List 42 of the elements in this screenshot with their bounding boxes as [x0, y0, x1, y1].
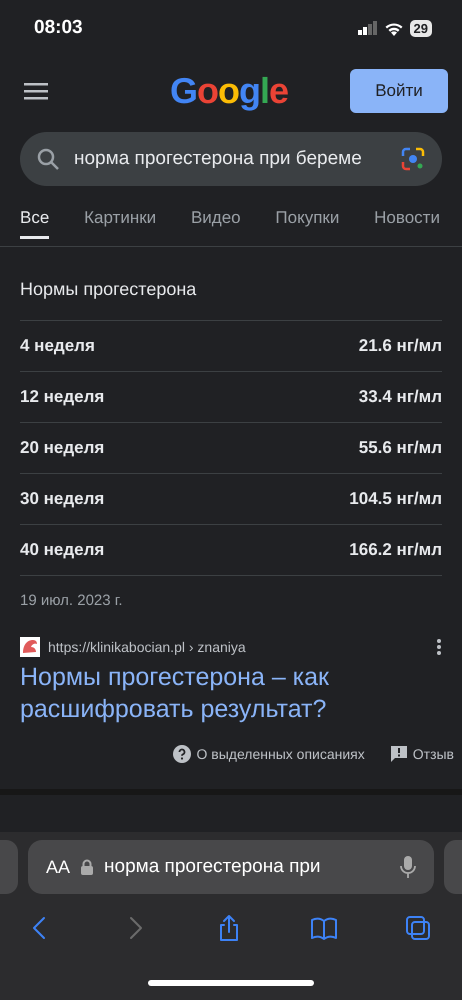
sign-in-button[interactable]: Войти	[350, 69, 448, 113]
search-tab[interactable]: Картинки	[84, 200, 156, 239]
search-field[interactable]: норма прогестерона при береме	[20, 132, 442, 186]
search-icon	[36, 147, 60, 171]
level-value: 33.4 нг/мл	[358, 387, 442, 407]
lock-icon	[80, 859, 94, 875]
snippet-heading: Нормы прогестерона	[19, 278, 198, 301]
microphone-icon[interactable]	[400, 855, 416, 879]
week-label: 20 неделя	[20, 438, 104, 458]
camera-icon[interactable]	[400, 146, 426, 172]
feedback-link[interactable]: Отзыв	[390, 745, 454, 763]
feedback-text: Отзыв	[412, 746, 454, 762]
signal-icon	[358, 21, 378, 35]
level-value: 104.5 нг/мл	[349, 489, 442, 509]
week-label: 40 неделя	[20, 540, 104, 560]
feedback-icon	[390, 746, 407, 762]
week-label: 12 неделя	[20, 387, 104, 407]
about-snippets-text: О выделенных описаниях	[196, 746, 365, 762]
battery-level: 29	[410, 20, 432, 36]
week-label: 4 неделя	[20, 336, 95, 356]
week-label: 30 неделя	[20, 489, 104, 509]
snippet-date: 19 июл. 2023 г.	[19, 591, 124, 609]
about-snippets-link[interactable]: О выделенных описаниях	[172, 745, 365, 763]
text-size-button[interactable]: AA	[46, 856, 70, 878]
result-title-link[interactable]: Нормы прогестерона – как расшифровать результат?	[0, 657, 462, 725]
result-url: https://klinikabocian.pl › znaniya	[48, 639, 247, 655]
wifi-icon	[384, 20, 404, 36]
search-tab[interactable]: Новости	[374, 200, 440, 239]
level-value: 55.6 нг/мл	[358, 438, 442, 458]
site-favicon-icon	[20, 637, 40, 657]
search-tab[interactable]: Видео	[190, 200, 241, 239]
tabs-icon	[404, 914, 432, 942]
search-tab[interactable]: Все	[20, 200, 50, 239]
google-logo[interactable]: Google	[170, 70, 288, 112]
menu-icon[interactable]	[24, 82, 48, 100]
address-bar[interactable]: AA норма прогестерона при	[28, 840, 434, 894]
search-tab[interactable]: Покупки	[275, 200, 340, 239]
more-icon[interactable]	[436, 638, 442, 656]
help-icon	[172, 745, 191, 763]
level-value: 21.6 нг/мл	[358, 336, 442, 356]
level-value: 166.2 нг/мл	[349, 540, 442, 560]
clock-time: 08:03	[34, 17, 83, 39]
